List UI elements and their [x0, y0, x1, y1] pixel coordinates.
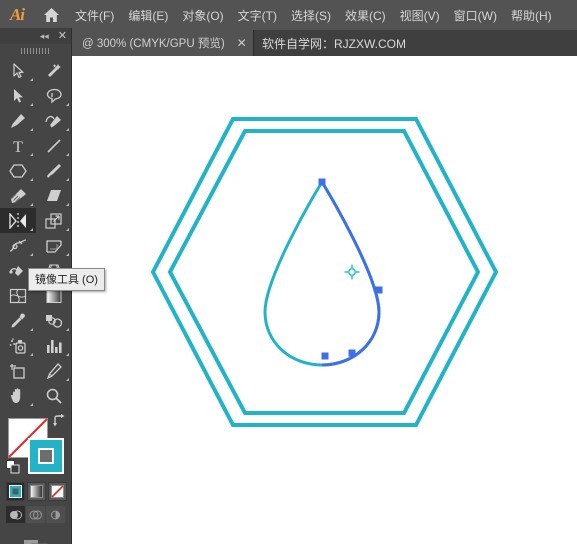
draw-normal[interactable]	[6, 506, 25, 523]
tool-flyout-corner	[66, 228, 69, 231]
tool-flyout-corner	[66, 178, 69, 181]
swap-fill-stroke-icon[interactable]	[52, 414, 66, 433]
column-graph-tool[interactable]	[36, 333, 72, 358]
paint-mode-color[interactable]	[6, 482, 25, 501]
slice-tool[interactable]	[36, 358, 72, 383]
change-screen-mode-icon[interactable]	[0, 535, 71, 544]
tool-flyout-corner	[30, 78, 33, 81]
draw-mode-buttons	[6, 506, 71, 523]
menu-edit[interactable]: 编辑(E)	[121, 0, 175, 30]
tool-flyout-corner	[30, 353, 33, 356]
tool-flyout-corner	[30, 403, 33, 406]
tool-flyout-corner	[66, 353, 69, 356]
menu-bar: Ai 文件(F) 编辑(E) 对象(O) 文字(T) 选择(S) 效果(C) 视…	[0, 0, 577, 30]
menu-object[interactable]: 对象(O)	[175, 0, 230, 30]
menu-window[interactable]: 窗口(W)	[447, 0, 504, 30]
tab-bar: @ 300% (CMYK/GPU 预览) ✕ 软件自学网：RJZXW.COM	[0, 30, 577, 56]
tool-flyout-corner	[30, 228, 33, 231]
menu-file[interactable]: 文件(F)	[68, 0, 121, 30]
canvas-artboard[interactable]	[72, 56, 577, 544]
blend-tool[interactable]	[36, 308, 72, 333]
illustrator-window: Ai 文件(F) 编辑(E) 对象(O) 文字(T) 选择(S) 效果(C) 视…	[0, 0, 577, 544]
artwork-svg	[150, 117, 499, 427]
tools-panel: ◂◂ ✕ T 镜像工具 (O)	[0, 28, 105, 544]
shaper-tool[interactable]	[0, 183, 36, 208]
hand-tool[interactable]	[0, 383, 36, 408]
svg-text:T: T	[13, 139, 23, 154]
type-tool[interactable]: T	[0, 133, 36, 158]
document-tab[interactable]: @ 300% (CMYK/GPU 预览) ✕	[72, 30, 254, 56]
anchor-bottom-right[interactable]	[348, 349, 356, 357]
anchor-bottom[interactable]	[321, 352, 329, 360]
paint-mode-none[interactable]	[48, 482, 67, 501]
grip-lines	[20, 48, 51, 54]
tool-tooltip: 镜像工具 (O)	[28, 268, 105, 291]
tool-flyout-corner	[30, 153, 33, 156]
tool-flyout-corner	[66, 253, 69, 256]
tool-flyout-corner	[30, 128, 33, 131]
stroke-swatch[interactable]	[28, 438, 64, 474]
menu-view[interactable]: 视图(V)	[393, 0, 447, 30]
stroke-swatch-center	[38, 448, 54, 464]
inner-hexagon[interactable]	[167, 129, 481, 415]
shape-tool[interactable]	[0, 158, 36, 183]
tool-flyout-corner	[66, 328, 69, 331]
close-icon[interactable]: ✕	[58, 30, 67, 42]
menu-effect[interactable]: 效果(C)	[338, 0, 393, 30]
reference-point-marker[interactable]	[344, 264, 360, 280]
default-fill-stroke-icon[interactable]	[6, 460, 20, 479]
free-transform-tool[interactable]	[36, 233, 72, 258]
tool-flyout-corner	[30, 103, 33, 106]
eraser-tool[interactable]	[36, 183, 72, 208]
selected-drop-half[interactable]	[320, 181, 381, 367]
anchor-top[interactable]	[318, 178, 326, 186]
draw-behind[interactable]	[26, 506, 45, 523]
menu-select[interactable]: 选择(S)	[284, 0, 338, 30]
paint-mode-buttons	[6, 482, 71, 501]
tool-flyout-corner	[66, 153, 69, 156]
fill-stroke-controls	[0, 412, 72, 478]
lasso-tool[interactable]	[36, 83, 72, 108]
app-logo: Ai	[9, 5, 25, 24]
eyedropper-tool[interactable]	[0, 308, 36, 333]
tool-flyout-corner	[30, 328, 33, 331]
line-segment-tool[interactable]	[36, 133, 72, 158]
collapse-icon[interactable]: ◂◂	[40, 31, 49, 41]
tool-grid: T	[0, 58, 71, 408]
anchor-right[interactable]	[375, 286, 383, 294]
artboard-tool[interactable]	[0, 358, 36, 383]
direct-selection-tool[interactable]	[0, 83, 36, 108]
tool-flyout-corner	[30, 203, 33, 206]
document-tab-label: @ 300% (CMYK/GPU 预览)	[82, 38, 225, 50]
curvature-tool[interactable]	[36, 108, 72, 133]
home-icon[interactable]	[34, 0, 68, 30]
water-drop-path[interactable]	[263, 179, 381, 367]
panel-drag-grip[interactable]	[0, 44, 71, 58]
pen-tool[interactable]	[0, 108, 36, 133]
tool-flyout-corner	[30, 178, 33, 181]
tools-panel-header[interactable]: ◂◂ ✕	[0, 28, 71, 44]
outer-hexagon[interactable]	[150, 117, 499, 427]
menu-help[interactable]: 帮助(H)	[504, 0, 559, 30]
tool-flyout-corner	[66, 378, 69, 381]
watermark-text: 软件自学网：RJZXW.COM	[262, 36, 406, 51]
symbol-sprayer-tool[interactable]	[0, 333, 36, 358]
close-icon[interactable]: ✕	[237, 37, 247, 49]
paintbrush-tool[interactable]	[36, 158, 72, 183]
tool-flyout-corner	[66, 103, 69, 106]
width-tool[interactable]	[0, 233, 36, 258]
reflect-tool[interactable]	[0, 208, 36, 233]
tool-flyout-corner	[66, 203, 69, 206]
draw-inside[interactable]	[46, 506, 65, 523]
menu-type[interactable]: 文字(T)	[231, 0, 284, 30]
tool-flyout-corner	[66, 128, 69, 131]
zoom-tool[interactable]	[36, 383, 72, 408]
paint-mode-gradient[interactable]	[27, 482, 46, 501]
selection-tool[interactable]	[0, 58, 36, 83]
magic-wand-tool[interactable]	[36, 58, 72, 83]
tool-flyout-corner	[30, 253, 33, 256]
scale-tool[interactable]	[36, 208, 72, 233]
